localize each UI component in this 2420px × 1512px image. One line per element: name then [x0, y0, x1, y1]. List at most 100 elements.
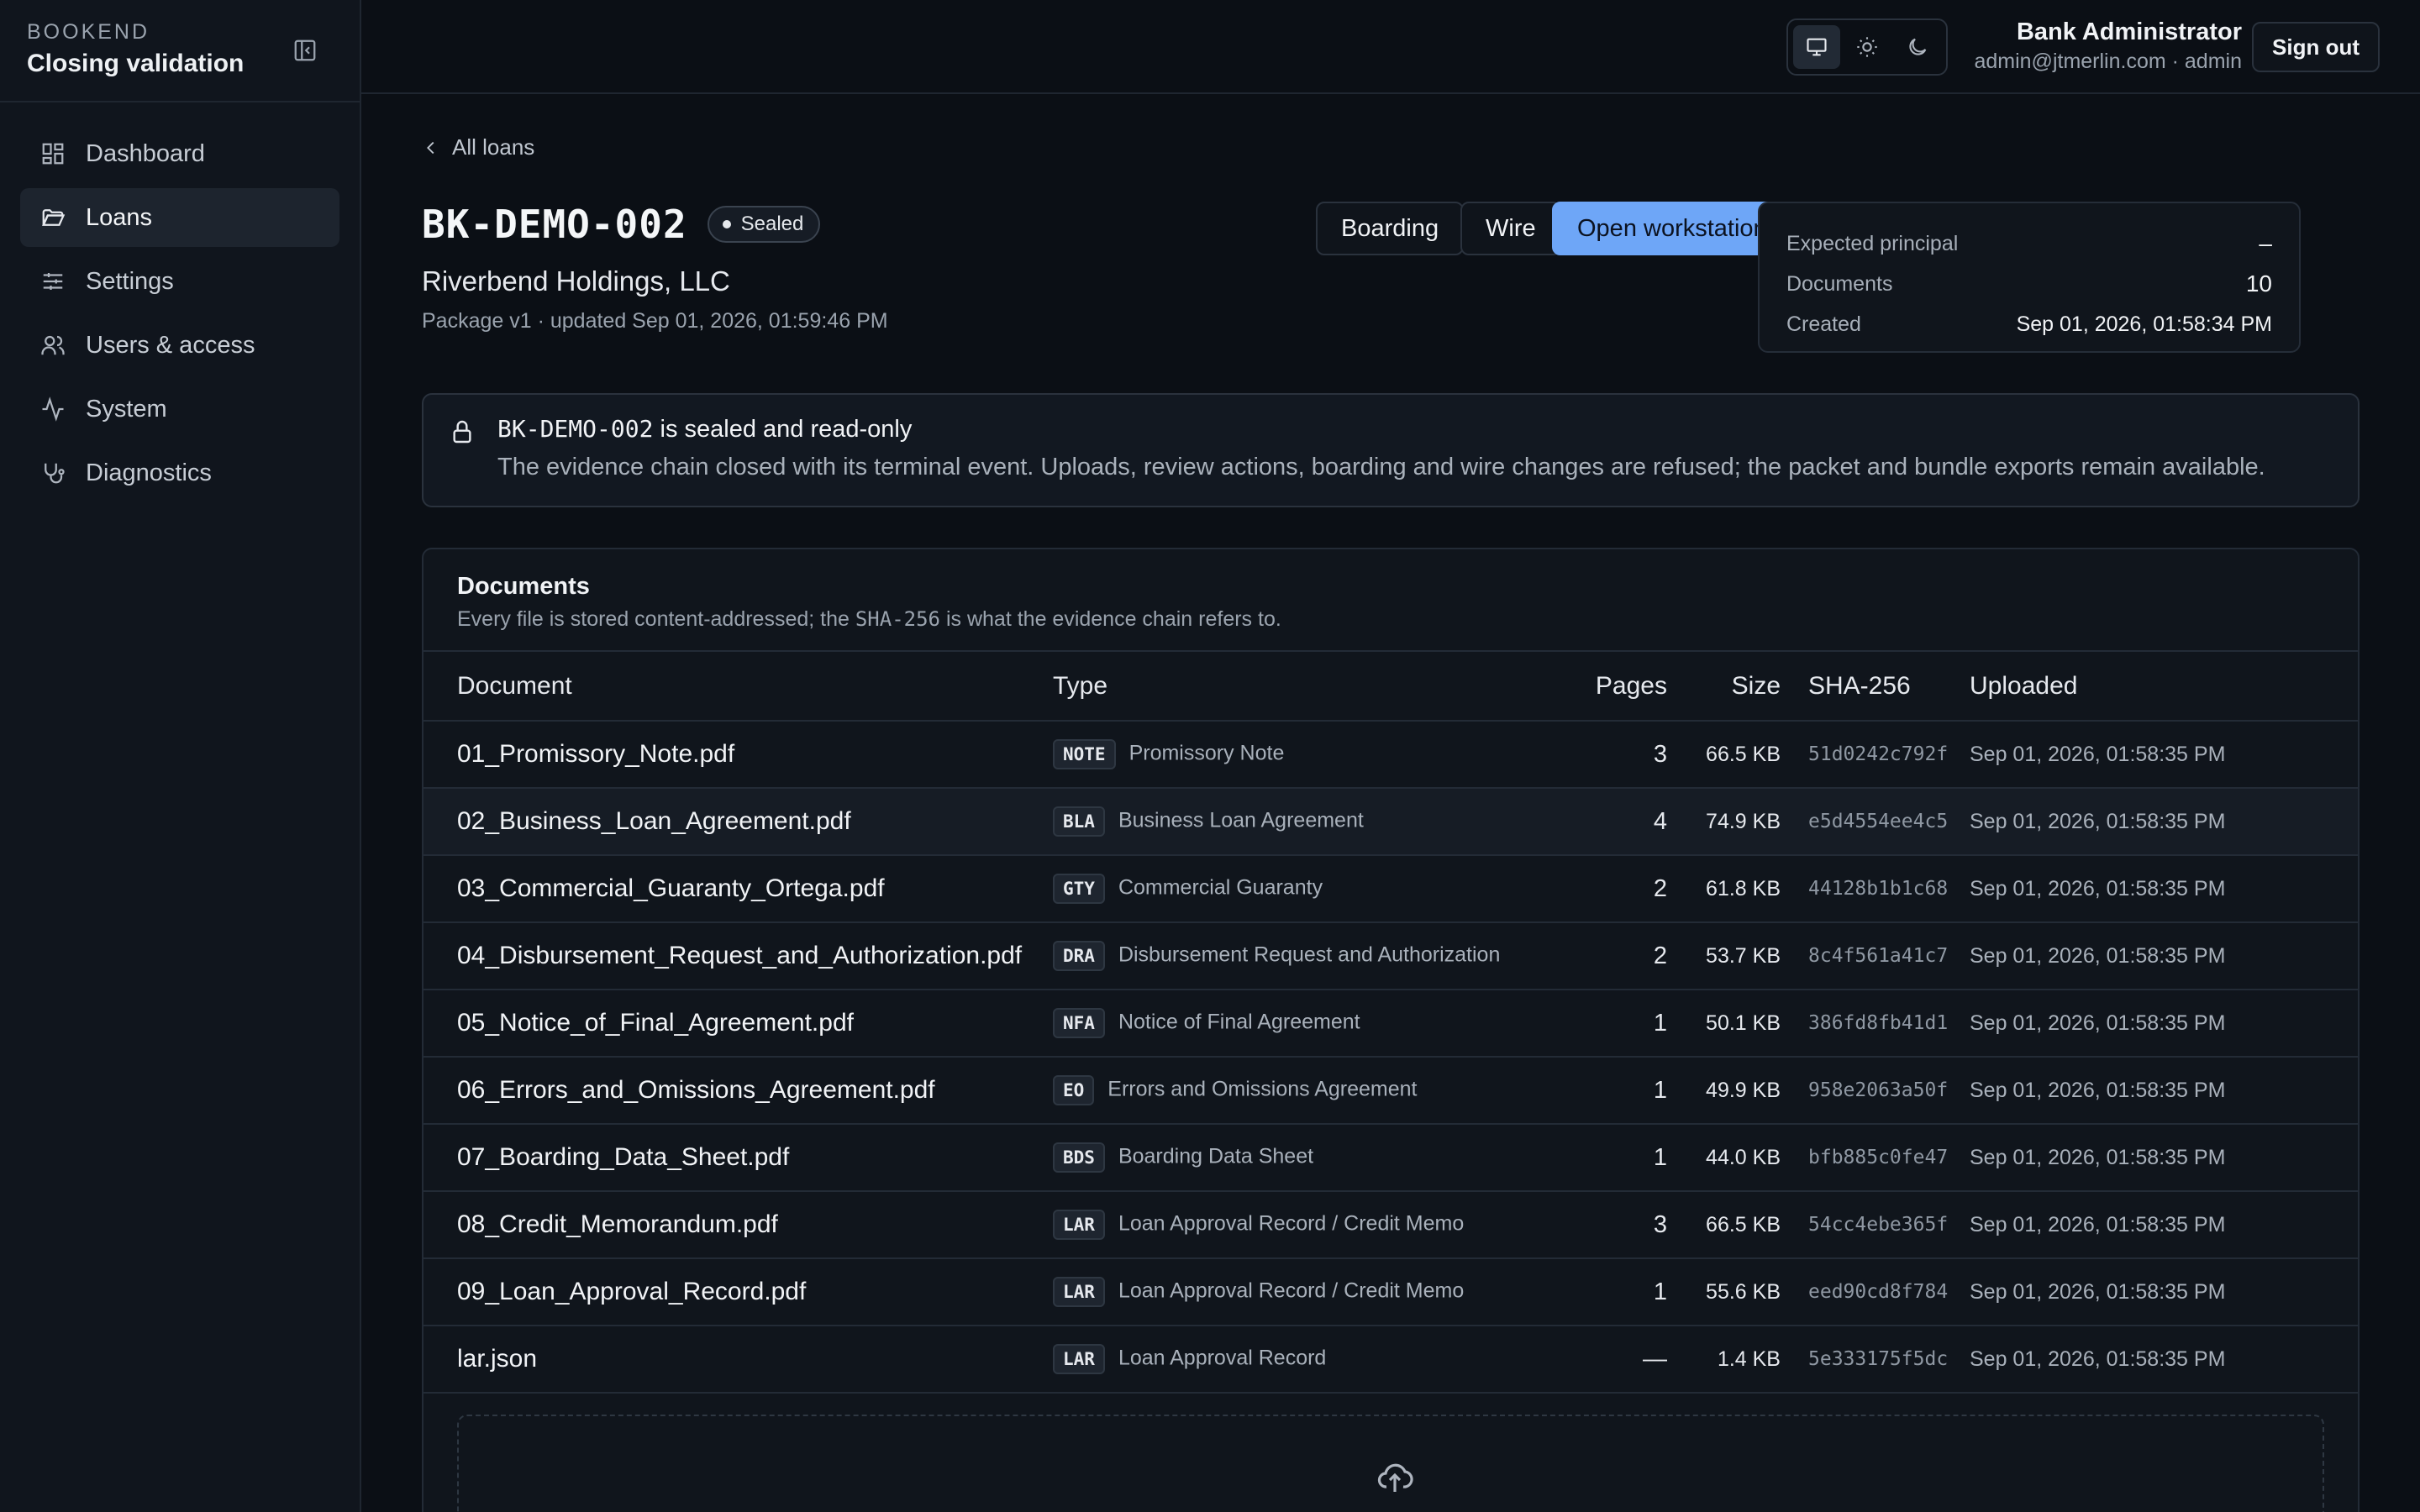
- document-uploaded: Sep 01, 2026, 01:58:35 PM: [1970, 788, 2358, 856]
- boarding-button[interactable]: Boarding: [1316, 202, 1465, 255]
- summary-label: Documents: [1786, 271, 1893, 296]
- document-pages: 1: [1566, 1258, 1667, 1326]
- column-header-type[interactable]: Type: [1052, 652, 1566, 722]
- summary-label: Created: [1786, 312, 1861, 336]
- column-header-uploaded[interactable]: Uploaded: [1970, 652, 2358, 722]
- sidebar-item-dashboard[interactable]: Dashboard: [20, 124, 339, 183]
- document-type: GTY Commercial Guaranty: [1052, 855, 1566, 923]
- type-code-badge: GTY: [1053, 874, 1105, 904]
- document-pages: 1: [1566, 990, 1667, 1058]
- notice-loan-id: BK-DEMO-002: [497, 415, 654, 443]
- document-name[interactable]: 01_Promissory_Note.pdf: [424, 721, 1052, 789]
- sidebar-item-system[interactable]: System: [20, 380, 339, 438]
- table-row[interactable]: lar.json LAR Loan Approval Record — 1.4 K…: [424, 1326, 2358, 1394]
- main-area: Bank Administrator admin@jtmerlin.com · …: [361, 0, 2420, 1512]
- column-header-sha[interactable]: SHA-256: [1781, 652, 1970, 722]
- sidebar-item-users[interactable]: Users & access: [20, 316, 339, 375]
- column-header-pages[interactable]: Pages: [1566, 652, 1667, 722]
- document-name[interactable]: 09_Loan_Approval_Record.pdf: [424, 1258, 1052, 1326]
- documents-header: Documents Every file is stored content-a…: [424, 549, 2358, 652]
- document-size: 50.1 KB: [1667, 990, 1781, 1058]
- type-label: Loan Approval Record / Credit Memo: [1118, 1211, 1465, 1236]
- back-link-label: All loans: [452, 134, 535, 160]
- table-row[interactable]: 03_Commercial_Guaranty_Ortega.pdf GTY Com…: [424, 855, 2358, 923]
- document-uploaded: Sep 01, 2026, 01:58:35 PM: [1970, 1124, 2358, 1192]
- theme-dark-button[interactable]: [1894, 25, 1941, 69]
- table-row[interactable]: 02_Business_Loan_Agreement.pdf BLA Busine…: [424, 788, 2358, 856]
- document-size: 74.9 KB: [1667, 788, 1781, 856]
- document-sha: 5e333175f5dc: [1781, 1326, 1970, 1394]
- theme-system-button[interactable]: [1793, 25, 1840, 69]
- sliders-icon: [43, 273, 63, 290]
- user-block: Bank Administrator admin@jtmerlin.com · …: [1974, 18, 2242, 74]
- sign-out-button[interactable]: Sign out: [2252, 22, 2380, 72]
- type-code-badge: NFA: [1053, 1008, 1105, 1038]
- document-pages: —: [1566, 1326, 1667, 1394]
- document-type: BLA Business Loan Agreement: [1052, 788, 1566, 856]
- document-name[interactable]: 04_Disbursement_Request_and_Authorizatio…: [424, 922, 1052, 990]
- loan-summary-card: Expected principal – Documents 10 Create…: [1758, 202, 2301, 353]
- type-label: Commercial Guaranty: [1118, 875, 1323, 900]
- document-sha: 51d0242c792f: [1781, 721, 1970, 789]
- theme-light-button[interactable]: [1844, 25, 1891, 69]
- document-name[interactable]: 06_Errors_and_Omissions_Agreement.pdf: [424, 1057, 1052, 1125]
- wire-button[interactable]: Wire: [1460, 202, 1561, 255]
- back-link[interactable]: All loans: [422, 134, 534, 160]
- folder-icon: [42, 209, 66, 226]
- table-row[interactable]: 09_Loan_Approval_Record.pdf LAR Loan Appr…: [424, 1258, 2358, 1326]
- column-header-document[interactable]: Document: [424, 652, 1052, 722]
- column-header-size[interactable]: Size: [1667, 652, 1781, 722]
- document-sha: e5d4554ee4c5: [1781, 788, 1970, 856]
- document-name[interactable]: 03_Commercial_Guaranty_Ortega.pdf: [424, 855, 1052, 923]
- documents-subtitle: Every file is stored content-addressed; …: [457, 607, 2324, 632]
- table-row[interactable]: 01_Promissory_Note.pdf NOTE Promissory No…: [424, 721, 2358, 789]
- document-name[interactable]: 02_Business_Loan_Agreement.pdf: [424, 788, 1052, 856]
- sidebar-item-settings[interactable]: Settings: [20, 252, 339, 311]
- document-sha: eed90cd8f784: [1781, 1258, 1970, 1326]
- type-label: Boarding Data Sheet: [1118, 1144, 1314, 1168]
- document-pages: 3: [1566, 1191, 1667, 1259]
- document-pages: 2: [1566, 922, 1667, 990]
- table-row[interactable]: 04_Disbursement_Request_and_Authorizatio…: [424, 922, 2358, 990]
- document-name[interactable]: 08_Credit_Memorandum.pdf: [424, 1191, 1052, 1259]
- lock-icon: [453, 420, 471, 444]
- table-row[interactable]: 06_Errors_and_Omissions_Agreement.pdf EO…: [424, 1057, 2358, 1125]
- type-label: Notice of Final Agreement: [1118, 1010, 1360, 1034]
- sidebar-collapse-icon[interactable]: [292, 38, 318, 63]
- document-name[interactable]: lar.json: [424, 1326, 1052, 1394]
- document-size: 49.9 KB: [1667, 1057, 1781, 1125]
- document-pages: 2: [1566, 855, 1667, 923]
- summary-created: Created Sep 01, 2026, 01:58:34 PM: [1786, 304, 2272, 344]
- document-name[interactable]: 07_Boarding_Data_Sheet.pdf: [424, 1124, 1052, 1192]
- type-label: Promissory Note: [1128, 741, 1285, 765]
- sidebar-item-loans[interactable]: Loans: [20, 188, 339, 247]
- table-row[interactable]: 08_Credit_Memorandum.pdf LAR Loan Approva…: [424, 1191, 2358, 1259]
- type-code-badge: DRA: [1053, 941, 1105, 971]
- sidebar-item-diagnostics[interactable]: Diagnostics: [20, 444, 339, 502]
- type-code-badge: EO: [1053, 1075, 1095, 1105]
- notice-title: BK-DEMO-002 is sealed and read-only: [497, 415, 2333, 444]
- type-label: Loan Approval Record: [1118, 1346, 1327, 1370]
- document-type: EO Errors and Omissions Agreement: [1052, 1057, 1566, 1125]
- theme-switcher: [1786, 18, 1948, 76]
- document-sha: 54cc4ebe365f: [1781, 1191, 1970, 1259]
- open-workstation-label: Open workstation: [1577, 214, 1767, 242]
- activity-icon: [42, 396, 64, 422]
- table-row[interactable]: 05_Notice_of_Final_Agreement.pdf NFA Noti…: [424, 990, 2358, 1058]
- subtitle-code: SHA-256: [855, 607, 941, 631]
- brand-title: Closing validation: [27, 50, 245, 77]
- document-size: 66.5 KB: [1667, 1191, 1781, 1259]
- package-meta: Package v1 · updated Sep 01, 2026, 01:59…: [422, 309, 888, 333]
- documents-table: Document Type Pages Size SHA-256 Uploade…: [424, 652, 2358, 1394]
- stethoscope-icon: [45, 463, 65, 484]
- table-row[interactable]: 07_Boarding_Data_Sheet.pdf BDS Boarding D…: [424, 1124, 2358, 1192]
- page-title: BK-DEMO-002: [422, 202, 687, 247]
- upload-dropzone[interactable]: [457, 1415, 2324, 1512]
- type-code-badge: NOTE: [1053, 739, 1116, 769]
- summary-value: Sep 01, 2026, 01:58:34 PM: [2016, 312, 2272, 336]
- document-sha: 44128b1b1c68: [1781, 855, 1970, 923]
- document-name[interactable]: 05_Notice_of_Final_Agreement.pdf: [424, 990, 1052, 1058]
- document-pages: 4: [1566, 788, 1667, 856]
- document-uploaded: Sep 01, 2026, 01:58:35 PM: [1970, 1057, 2358, 1125]
- sun-icon: [1857, 37, 1877, 57]
